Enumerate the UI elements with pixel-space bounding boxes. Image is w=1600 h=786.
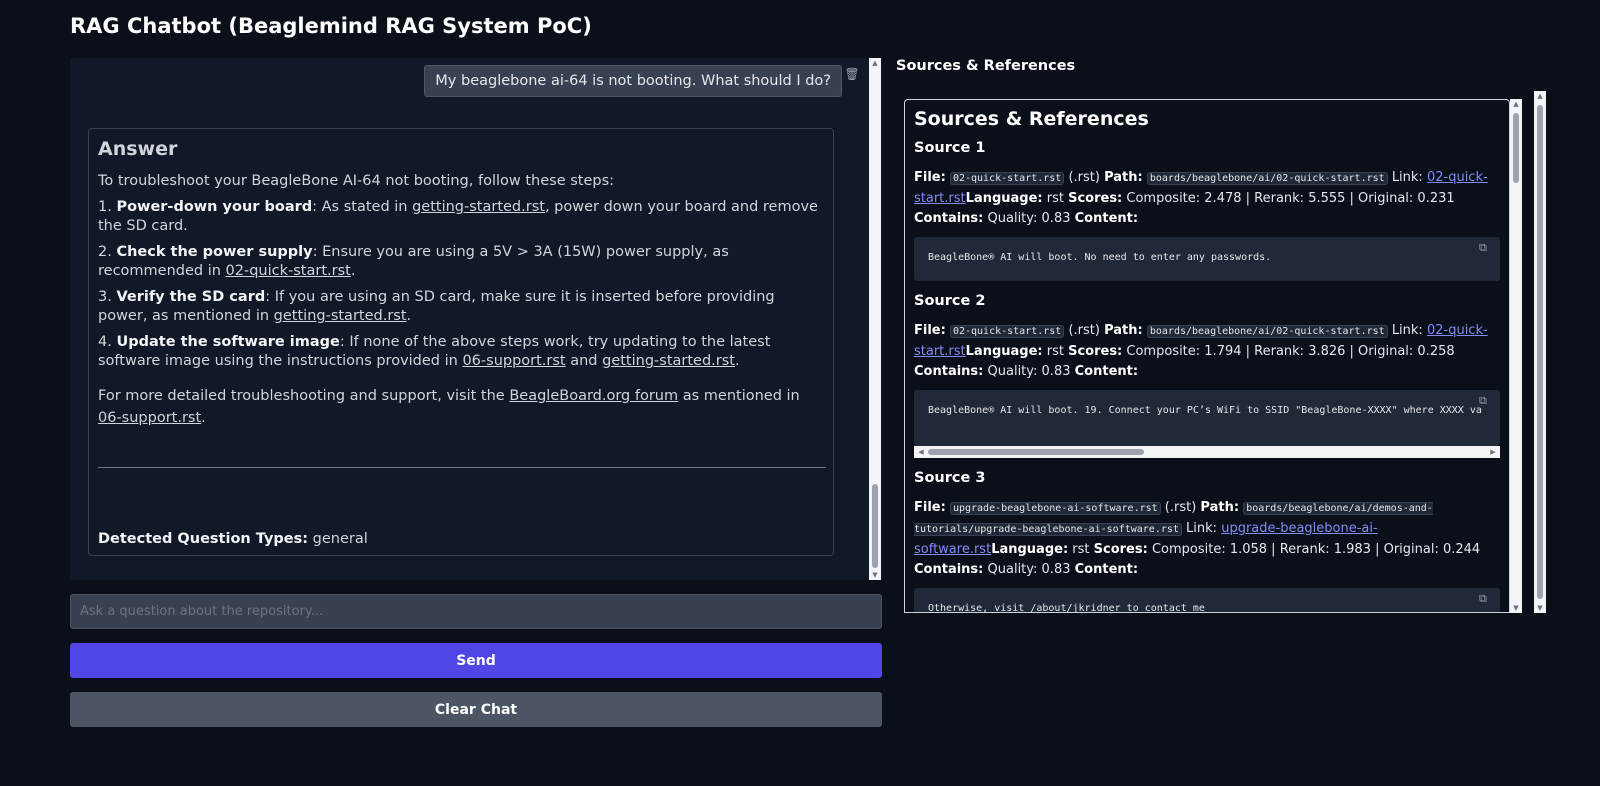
scroll-up-icon[interactable]: ▲	[869, 58, 881, 68]
sources-scrollbar[interactable]: ▲ ▼	[1510, 99, 1522, 613]
copy-icon[interactable]: ⧉	[1479, 593, 1491, 605]
source-title: Source 2	[914, 293, 986, 309]
scroll-down-icon[interactable]: ▼	[869, 570, 881, 580]
scrollbar-thumb[interactable]	[1537, 105, 1543, 599]
scroll-left-icon[interactable]: ◀	[916, 446, 926, 458]
doc-link[interactable]: getting-started.rst	[274, 308, 407, 324]
question-input[interactable]	[70, 594, 882, 629]
doc-link[interactable]: getting-started.rst	[412, 199, 545, 215]
sources-heading: Sources & References	[914, 108, 1149, 130]
doc-link[interactable]: 02-quick-start.rst	[226, 263, 351, 279]
source-meta: File: upgrade-beaglebone-ai-software.rst…	[914, 500, 1481, 577]
copy-icon[interactable]: ⧉	[1479, 242, 1491, 254]
scrollbar-thumb[interactable]	[872, 484, 878, 568]
answer-outro: For more detailed troubleshooting and su…	[98, 388, 800, 426]
answer-step: 1. Power-down your board: As stated in g…	[98, 199, 818, 234]
user-message: My beaglebone ai-64 is not booting. What…	[424, 65, 842, 97]
scrollbar-thumb[interactable]	[1513, 113, 1519, 183]
scrollbar-thumb[interactable]	[928, 449, 1144, 455]
source-item: Source 2 File: 02-quick-start.rst (.rst)…	[914, 293, 1500, 458]
answer-intro: To troubleshoot your BeagleBone AI-64 no…	[98, 173, 615, 189]
answer-step: 4. Update the software image: If none of…	[98, 334, 771, 369]
source-content: Otherwise, visit /about/jkridner to cont…	[914, 588, 1500, 612]
source-item: Source 3 File: upgrade-beaglebone-ai-sof…	[914, 470, 1500, 612]
source-title: Source 1	[914, 140, 986, 156]
answer-step: 2. Check the power supply: Ensure you ar…	[98, 244, 729, 279]
sources-panel: Sources & References Source 1 File: 02-q…	[904, 99, 1510, 613]
scroll-down-icon[interactable]: ▼	[1510, 603, 1522, 613]
source-meta: File: 02-quick-start.rst (.rst) Path: bo…	[914, 170, 1488, 226]
answer-heading: Answer	[98, 138, 178, 160]
sources-label: Sources & References	[896, 58, 1076, 74]
doc-link[interactable]: 06-support.rst	[98, 410, 201, 426]
doc-link[interactable]: getting-started.rst	[602, 353, 735, 369]
scroll-up-icon[interactable]: ▲	[1534, 91, 1546, 101]
chatbot-panel: My beaglebone ai-64 is not booting. What…	[70, 58, 882, 580]
doc-link[interactable]: 06-support.rst	[462, 353, 565, 369]
forum-link[interactable]: BeagleBoard.org forum	[509, 388, 678, 404]
trash-icon[interactable]: 🗑	[844, 66, 860, 82]
copy-icon[interactable]: ⧉	[1479, 395, 1491, 407]
source-content: BeagleBone® AI will boot. No need to ent…	[914, 237, 1500, 281]
page-title: RAG Chatbot (Beaglemind RAG System PoC)	[70, 14, 592, 38]
send-button[interactable]: Send	[70, 643, 882, 678]
answer-divider	[98, 467, 826, 468]
scroll-down-icon[interactable]: ▼	[1534, 603, 1546, 613]
answer-step: 3. Verify the SD card: If you are using …	[98, 289, 775, 324]
source-title: Source 3	[914, 470, 986, 486]
source-content: BeagleBone® AI will boot. 19. Connect yo…	[914, 390, 1500, 446]
source-meta: File: 02-quick-start.rst (.rst) Path: bo…	[914, 323, 1488, 379]
page-scrollbar[interactable]: ▲ ▼	[1534, 91, 1546, 613]
clear-chat-button[interactable]: Clear Chat	[70, 692, 882, 727]
bot-message: Answer To troubleshoot your BeagleBone A…	[88, 128, 834, 556]
code-hscrollbar[interactable]: ◀ ▶	[914, 446, 1500, 458]
scroll-up-icon[interactable]: ▲	[1510, 99, 1522, 109]
chat-scrollbar[interactable]: ▲ ▼	[869, 58, 881, 580]
source-item: Source 1 File: 02-quick-start.rst (.rst)…	[914, 140, 1500, 281]
question-types: Detected Question Types: general	[98, 531, 368, 547]
scroll-right-icon[interactable]: ▶	[1488, 446, 1498, 458]
